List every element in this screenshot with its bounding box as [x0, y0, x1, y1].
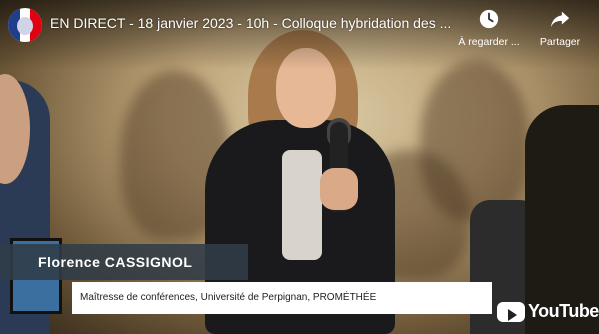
- clock-icon: [479, 9, 499, 29]
- video-player[interactable]: EN DIRECT - 18 janvier 2023 - 10h - Coll…: [0, 0, 599, 334]
- speaker-role-band: Maîtresse de conférences, Université de …: [72, 282, 492, 314]
- youtube-wordmark: YouTube: [528, 301, 599, 321]
- speaker-role: Maîtresse de conférences, Université de …: [80, 292, 377, 303]
- watch-later-button[interactable]: À regarder ...: [454, 8, 524, 48]
- logo-profile: [17, 17, 33, 35]
- share-label: Partager: [539, 36, 581, 48]
- youtube-play-icon: [497, 302, 525, 322]
- speaker-name-band: Florence CASSIGNOL: [0, 244, 248, 280]
- play-triangle: [508, 309, 517, 321]
- video-title[interactable]: EN DIRECT - 18 janvier 2023 - 10h - Coll…: [50, 15, 460, 31]
- speaker-shirt: [282, 150, 322, 260]
- share-button[interactable]: Partager: [525, 8, 595, 48]
- speaker-name: Florence CASSIGNOL: [38, 254, 193, 270]
- speaker-hand: [320, 168, 358, 210]
- watch-later-label: À regarder ...: [458, 36, 520, 48]
- share-arrow-icon: [550, 11, 570, 28]
- marianne-logo-icon[interactable]: [8, 8, 42, 42]
- youtube-logo[interactable]: YouTube: [497, 299, 599, 327]
